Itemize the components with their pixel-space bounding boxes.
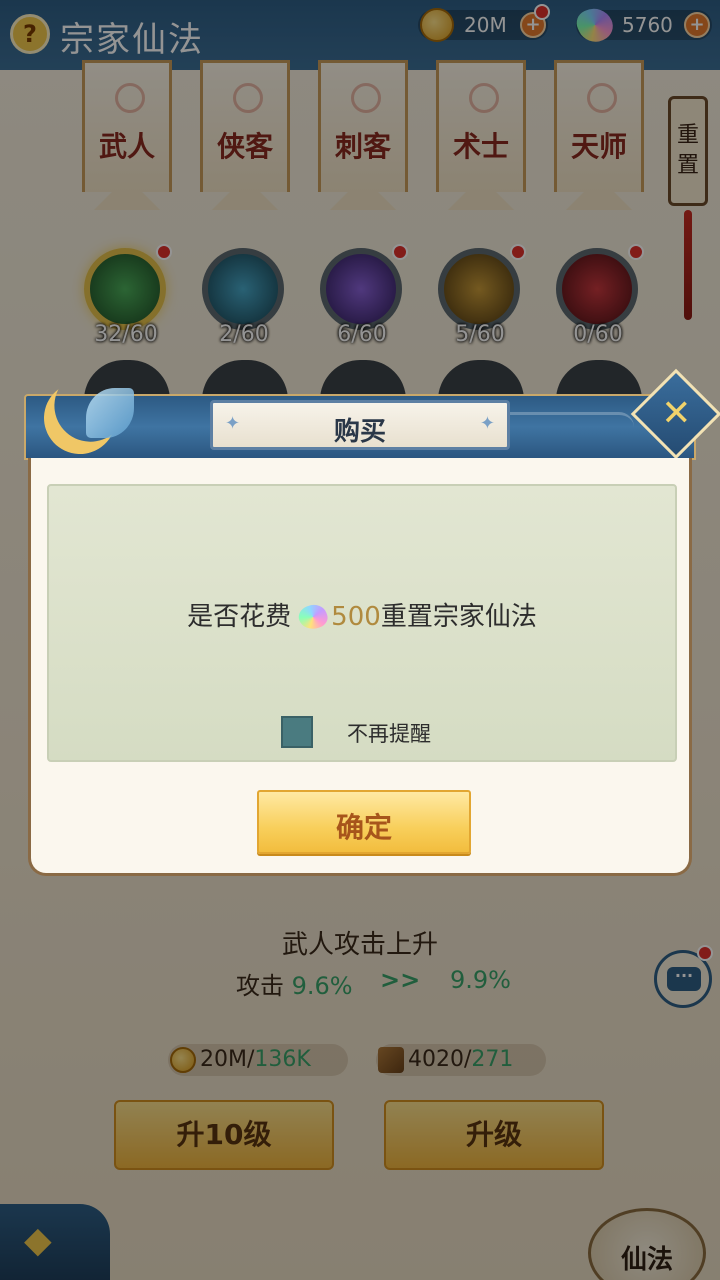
message-suffix: 重置宗家仙法 [380,602,537,632]
dont-remind-checkbox[interactable] [281,716,313,748]
confirm-message: 是否花费 500重置宗家仙法 [49,596,675,634]
dont-remind-label[interactable]: 不再提醒 [347,718,431,748]
dialog-title: 购买 [333,417,386,447]
purchase-dialog: 购买 ✕ 是否花费 500重置宗家仙法 不再提醒 确定 [24,368,720,878]
cost-amount: 500 [331,602,381,632]
content-panel: 是否花费 500重置宗家仙法 不再提醒 [47,484,677,762]
wave-decoration [494,412,634,442]
close-icon: ✕ [661,393,692,435]
confirm-label: 确定 [335,811,392,844]
message-prefix: 是否花费 [187,602,292,632]
title-plate: 购买 [210,400,510,450]
dialog-body: 是否花费 500重置宗家仙法 不再提醒 确定 [28,458,692,876]
gem-icon [295,600,331,634]
confirm-button[interactable]: 确定 [257,790,471,854]
